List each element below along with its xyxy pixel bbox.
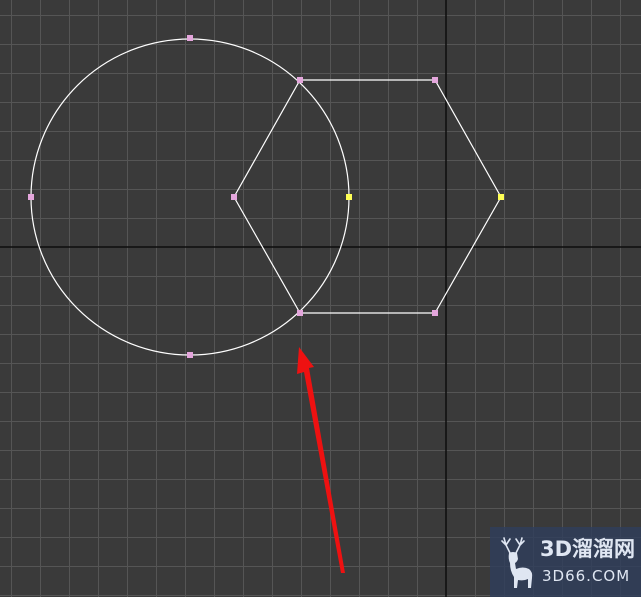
circle-vertex-right-selected[interactable] [346,194,352,200]
hexagon-vertex-top-left[interactable] [297,77,303,83]
viewport-canvas[interactable] [0,0,641,597]
viewport[interactable]: 3D溜溜网 3D66.COM [0,0,641,597]
watermark-title: 3D溜溜网 [540,537,636,561]
hexagon-vertex-left[interactable] [231,194,237,200]
deer-logo-icon [501,537,533,588]
hexagon-vertex-top-right[interactable] [432,77,438,83]
hexagon-vertex-right-selected[interactable] [498,194,504,200]
circle-vertex-left[interactable] [28,194,34,200]
hexagon-vertex-bottom-left[interactable] [297,310,303,316]
watermark: 3D溜溜网 3D66.COM [490,527,641,597]
viewport-background [0,0,641,597]
watermark-subtitle: 3D66.COM [542,567,631,585]
circle-vertex-top[interactable] [187,35,193,41]
circle-vertex-bottom[interactable] [187,352,193,358]
hexagon-vertex-bottom-right[interactable] [432,310,438,316]
